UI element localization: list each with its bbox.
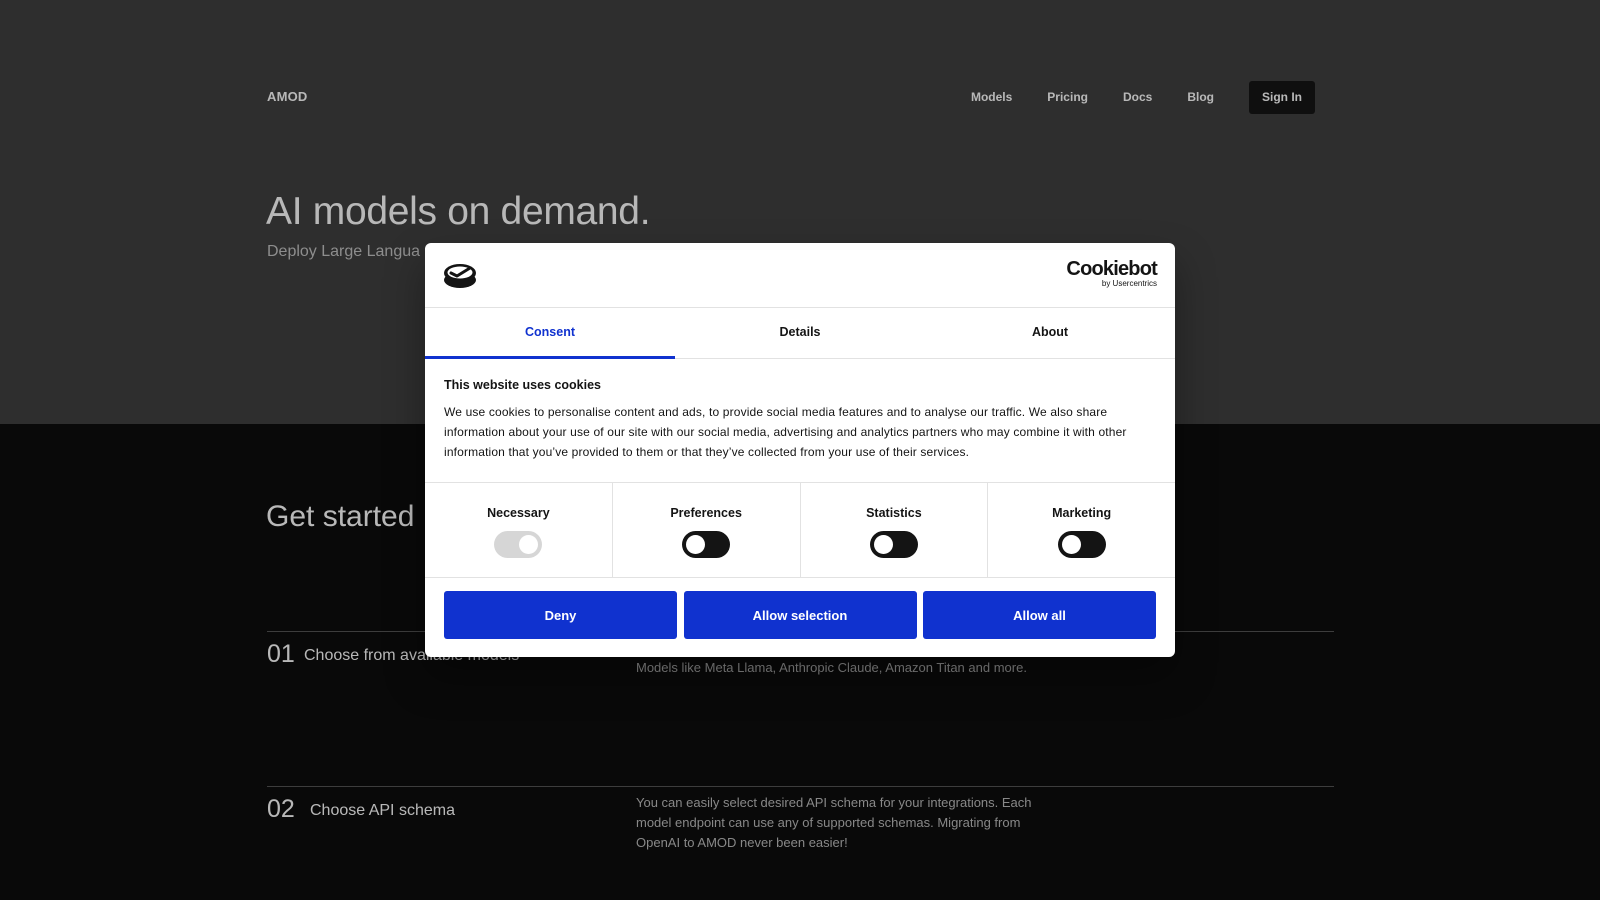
consent-text: We use cookies to personalise content an… xyxy=(444,405,1127,459)
marketing-toggle[interactable] xyxy=(1057,531,1106,558)
cookie-categories: Necessary Preferences Statistics Marketi… xyxy=(425,482,1175,578)
tab-details[interactable]: Details xyxy=(675,308,925,358)
preferences-toggle[interactable] xyxy=(682,531,731,558)
allow-all-button[interactable]: Allow all xyxy=(923,591,1156,639)
dialog-tabs: Consent Details About xyxy=(425,308,1175,359)
necessary-toggle xyxy=(494,531,543,558)
category-necessary: Necessary xyxy=(425,483,612,577)
brand-name: Cookiebot xyxy=(1066,258,1157,280)
cookiebot-logo[interactable]: Cookiebot by Usercentrics xyxy=(1066,259,1157,288)
category-label: Preferences xyxy=(670,506,742,520)
allow-selection-button[interactable]: Allow selection xyxy=(683,591,917,639)
consent-body: This website uses cookies We use cookies… xyxy=(444,378,1156,462)
toggle-knob xyxy=(686,535,706,554)
site-emblem-icon xyxy=(443,261,477,294)
statistics-toggle[interactable] xyxy=(869,531,918,558)
category-preferences: Preferences xyxy=(611,483,800,577)
toggle-knob xyxy=(873,535,893,554)
category-marketing: Marketing xyxy=(987,483,1175,577)
category-label: Necessary xyxy=(487,506,550,520)
dialog-header: Cookiebot by Usercentrics xyxy=(425,243,1175,308)
consent-heading: This website uses cookies xyxy=(444,378,602,392)
tab-consent[interactable]: Consent xyxy=(425,308,675,359)
cookie-consent-dialog: Cookiebot by Usercentrics Consent Detail… xyxy=(425,243,1175,657)
consent-buttons: Deny Allow selection Allow all xyxy=(444,591,1156,639)
tab-about[interactable]: About xyxy=(925,308,1175,358)
category-statistics: Statistics xyxy=(799,483,988,577)
brand-subtitle: by Usercentrics xyxy=(1101,279,1157,288)
category-label: Statistics xyxy=(866,506,922,520)
deny-button[interactable]: Deny xyxy=(444,591,677,639)
toggle-knob xyxy=(1061,535,1081,554)
toggle-knob xyxy=(519,535,539,554)
category-label: Marketing xyxy=(1052,506,1112,520)
